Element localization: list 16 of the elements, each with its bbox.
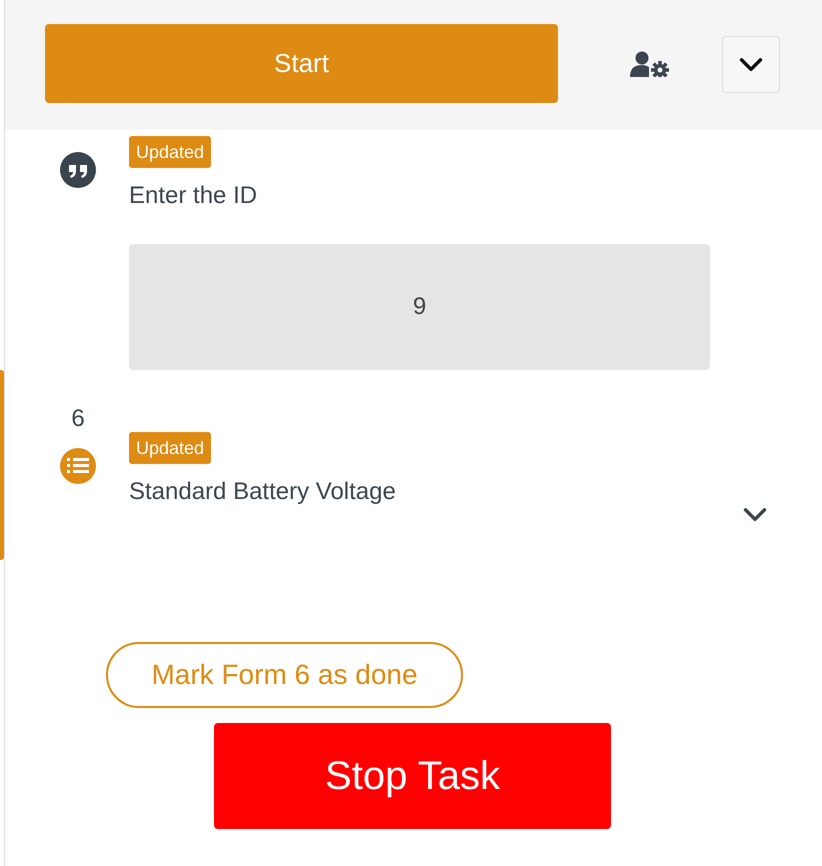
mark-done-button[interactable]: Mark Form 6 as done bbox=[106, 642, 463, 708]
chevron-icon bbox=[739, 56, 763, 72]
numbered-list-icon bbox=[60, 448, 96, 484]
question-label: Standard Battery Voltage bbox=[129, 477, 396, 507]
start-button[interactable]: Start bbox=[45, 24, 558, 103]
question-label: Enter the ID bbox=[129, 181, 258, 211]
answer-field[interactable]: 9 bbox=[129, 244, 710, 370]
updated-badge: Updated bbox=[129, 136, 212, 168]
updated-badge: Updated bbox=[129, 432, 212, 464]
step-number: 6 bbox=[71, 405, 85, 432]
chevron-icon[interactable] bbox=[741, 506, 769, 524]
drawer-handle[interactable] bbox=[0, 370, 4, 560]
dropdown-button[interactable] bbox=[722, 36, 780, 93]
user-settings-icon[interactable] bbox=[630, 51, 670, 77]
stop-task-button[interactable]: Stop Task bbox=[214, 723, 611, 829]
quote-icon bbox=[60, 152, 96, 188]
